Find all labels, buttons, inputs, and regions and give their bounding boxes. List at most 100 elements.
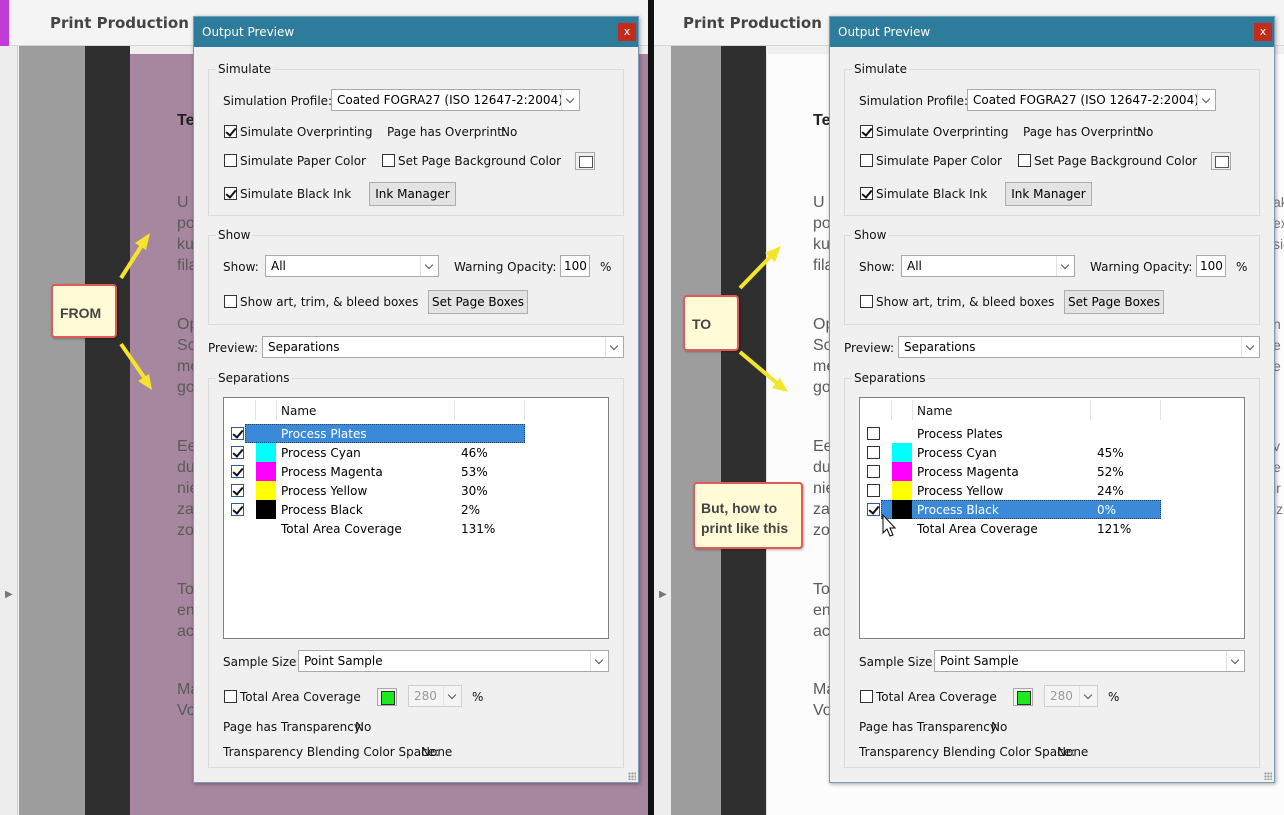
separation-coverage-value: 46%	[461, 446, 488, 460]
simulate-black-ink-label: Simulate Black Ink	[240, 187, 352, 201]
show-dropdown[interactable]: All	[265, 255, 439, 277]
chevron-down-icon	[1079, 686, 1097, 706]
percent-label: %	[472, 690, 484, 704]
ink-color-swatch	[256, 462, 276, 481]
separation-row[interactable]: Process Cyan 45%	[860, 443, 1244, 462]
set-page-background-color-checkbox[interactable]	[1018, 154, 1031, 167]
show-dropdown[interactable]: All	[901, 255, 1075, 277]
ink-color-swatch	[892, 443, 912, 462]
ink-manager-button[interactable]: Ink Manager	[369, 182, 456, 206]
show-group-label: Show	[852, 228, 889, 242]
simulate-paper-color-checkbox[interactable]	[860, 154, 873, 167]
separation-row[interactable]: Total Area Coverage 131%	[224, 519, 608, 538]
header-divider	[255, 400, 256, 420]
separation-name: Total Area Coverage	[281, 522, 402, 536]
set-page-boxes-button[interactable]: Set Page Boxes	[428, 290, 528, 314]
simulation-profile-value: Coated FOGRA27 (ISO 12647-2:2004)	[973, 93, 1199, 107]
set-page-background-color-checkbox[interactable]	[382, 154, 395, 167]
coverage-limit-dropdown[interactable]: 280	[408, 685, 462, 707]
separation-row[interactable]: Process Plates	[224, 424, 608, 443]
background-color-swatch[interactable]	[575, 152, 595, 170]
simulate-paper-color-checkbox[interactable]	[224, 154, 237, 167]
show-boxes-checkbox[interactable]	[224, 295, 237, 308]
ink-color-swatch	[892, 481, 912, 500]
separations-list[interactable]: Name Process Plates Process Cyan 45% Proces…	[859, 397, 1245, 639]
expand-panel-icon[interactable]: ▶	[5, 589, 13, 600]
separation-visibility-checkbox[interactable]	[231, 484, 244, 497]
name-column-header[interactable]: Name	[917, 404, 952, 418]
warning-opacity-input[interactable]: 100	[1196, 255, 1226, 277]
ink-manager-button[interactable]: Ink Manager	[1005, 182, 1092, 206]
set-page-boxes-button[interactable]: Set Page Boxes	[1064, 290, 1164, 314]
separation-visibility-checkbox[interactable]	[867, 484, 880, 497]
separation-name: Process Yellow	[917, 484, 1004, 498]
separation-row[interactable]: Process Cyan 46%	[224, 443, 608, 462]
dialog-titlebar[interactable]: Output Preview x	[830, 17, 1274, 47]
dialog-titlebar[interactable]: Output Preview x	[194, 17, 638, 47]
show-value: All	[907, 259, 922, 273]
simulate-overprinting-checkbox[interactable]	[224, 125, 237, 138]
simulation-profile-dropdown[interactable]: Coated FOGRA27 (ISO 12647-2:2004)	[331, 89, 580, 111]
separation-visibility-checkbox[interactable]	[231, 503, 244, 516]
total-area-coverage-checkbox[interactable]	[860, 690, 873, 703]
page-text-fragment: ac	[813, 623, 830, 640]
separation-visibility-checkbox[interactable]	[867, 503, 880, 516]
separation-visibility-checkbox[interactable]	[231, 446, 244, 459]
left-screenshot: Print Production ▶ Te Upo ku fila Op So me go Ee…	[0, 0, 648, 815]
show-boxes-label: Show art, trim, & bleed boxes	[876, 295, 1055, 309]
separation-row[interactable]: Process Yellow 30%	[224, 481, 608, 500]
simulate-overprinting-checkbox[interactable]	[860, 125, 873, 138]
sample-size-dropdown[interactable]: Point Sample	[298, 650, 609, 672]
warning-opacity-label: Warning Opacity:	[454, 260, 557, 274]
show-boxes-checkbox[interactable]	[860, 295, 873, 308]
percent-label: %	[1236, 260, 1248, 274]
ink-color-swatch	[256, 500, 276, 519]
separation-row[interactable]: Process Black 2%	[224, 500, 608, 519]
preview-dropdown[interactable]: Separations	[898, 336, 1260, 358]
app-title: Print Production	[50, 14, 189, 32]
simulate-group-label: Simulate	[216, 62, 274, 76]
expand-panel-icon[interactable]: ▶	[659, 589, 667, 600]
separation-visibility-checkbox[interactable]	[867, 446, 880, 459]
canvas-background	[19, 46, 85, 815]
left-nav-panel[interactable]: ▶	[0, 46, 18, 815]
separation-row[interactable]: Process Magenta 53%	[224, 462, 608, 481]
sample-size-label: Sample Size:	[223, 655, 301, 669]
separations-list[interactable]: Name Process Plates Process Cyan 46% Proces…	[223, 397, 609, 639]
simulation-profile-dropdown[interactable]: Coated FOGRA27 (ISO 12647-2:2004)	[967, 89, 1216, 111]
simulate-black-ink-checkbox[interactable]	[860, 187, 873, 200]
name-column-header[interactable]: Name	[281, 404, 316, 418]
separation-row[interactable]: Process Plates	[860, 424, 1244, 443]
separation-row[interactable]: Process Black 0%	[860, 500, 1244, 519]
coverage-color-swatch[interactable]	[377, 688, 397, 706]
separation-coverage-value: 53%	[461, 465, 488, 479]
warning-opacity-input[interactable]: 100	[560, 255, 590, 277]
sample-size-dropdown[interactable]: Point Sample	[934, 650, 1245, 672]
total-area-coverage-checkbox[interactable]	[224, 690, 237, 703]
coverage-limit-dropdown[interactable]: 280	[1044, 685, 1098, 707]
separation-row[interactable]: Total Area Coverage 121%	[860, 519, 1244, 538]
blending-color-space-label: Transparency Blending Color Space:	[223, 745, 440, 759]
resize-grip-icon[interactable]	[628, 772, 636, 780]
left-nav-panel[interactable]: ▶	[654, 46, 672, 815]
separation-visibility-checkbox[interactable]	[867, 465, 880, 478]
separation-visibility-checkbox[interactable]	[867, 427, 880, 440]
close-button[interactable]: x	[618, 23, 636, 41]
chevron-down-icon	[420, 256, 438, 276]
preview-dropdown[interactable]: Separations	[262, 336, 624, 358]
separation-visibility-checkbox[interactable]	[231, 465, 244, 478]
output-preview-dialog: Output Preview x Simulate Simulation Pro…	[193, 16, 639, 783]
simulation-profile-value: Coated FOGRA27 (ISO 12647-2:2004)	[337, 93, 563, 107]
background-color-swatch[interactable]	[1211, 152, 1231, 170]
resize-grip-icon[interactable]	[1264, 772, 1272, 780]
separation-row[interactable]: Process Yellow 24%	[860, 481, 1244, 500]
header-divider	[524, 400, 525, 420]
coverage-color-swatch[interactable]	[1013, 688, 1033, 706]
separation-row[interactable]: Process Magenta 52%	[860, 462, 1244, 481]
separation-name: Process Black	[281, 503, 363, 517]
separation-visibility-checkbox[interactable]	[231, 427, 244, 440]
accent-bar	[0, 0, 9, 46]
close-button[interactable]: x	[1254, 23, 1272, 41]
simulate-black-ink-checkbox[interactable]	[224, 187, 237, 200]
set-page-background-color-label: Set Page Background Color	[1034, 154, 1198, 168]
